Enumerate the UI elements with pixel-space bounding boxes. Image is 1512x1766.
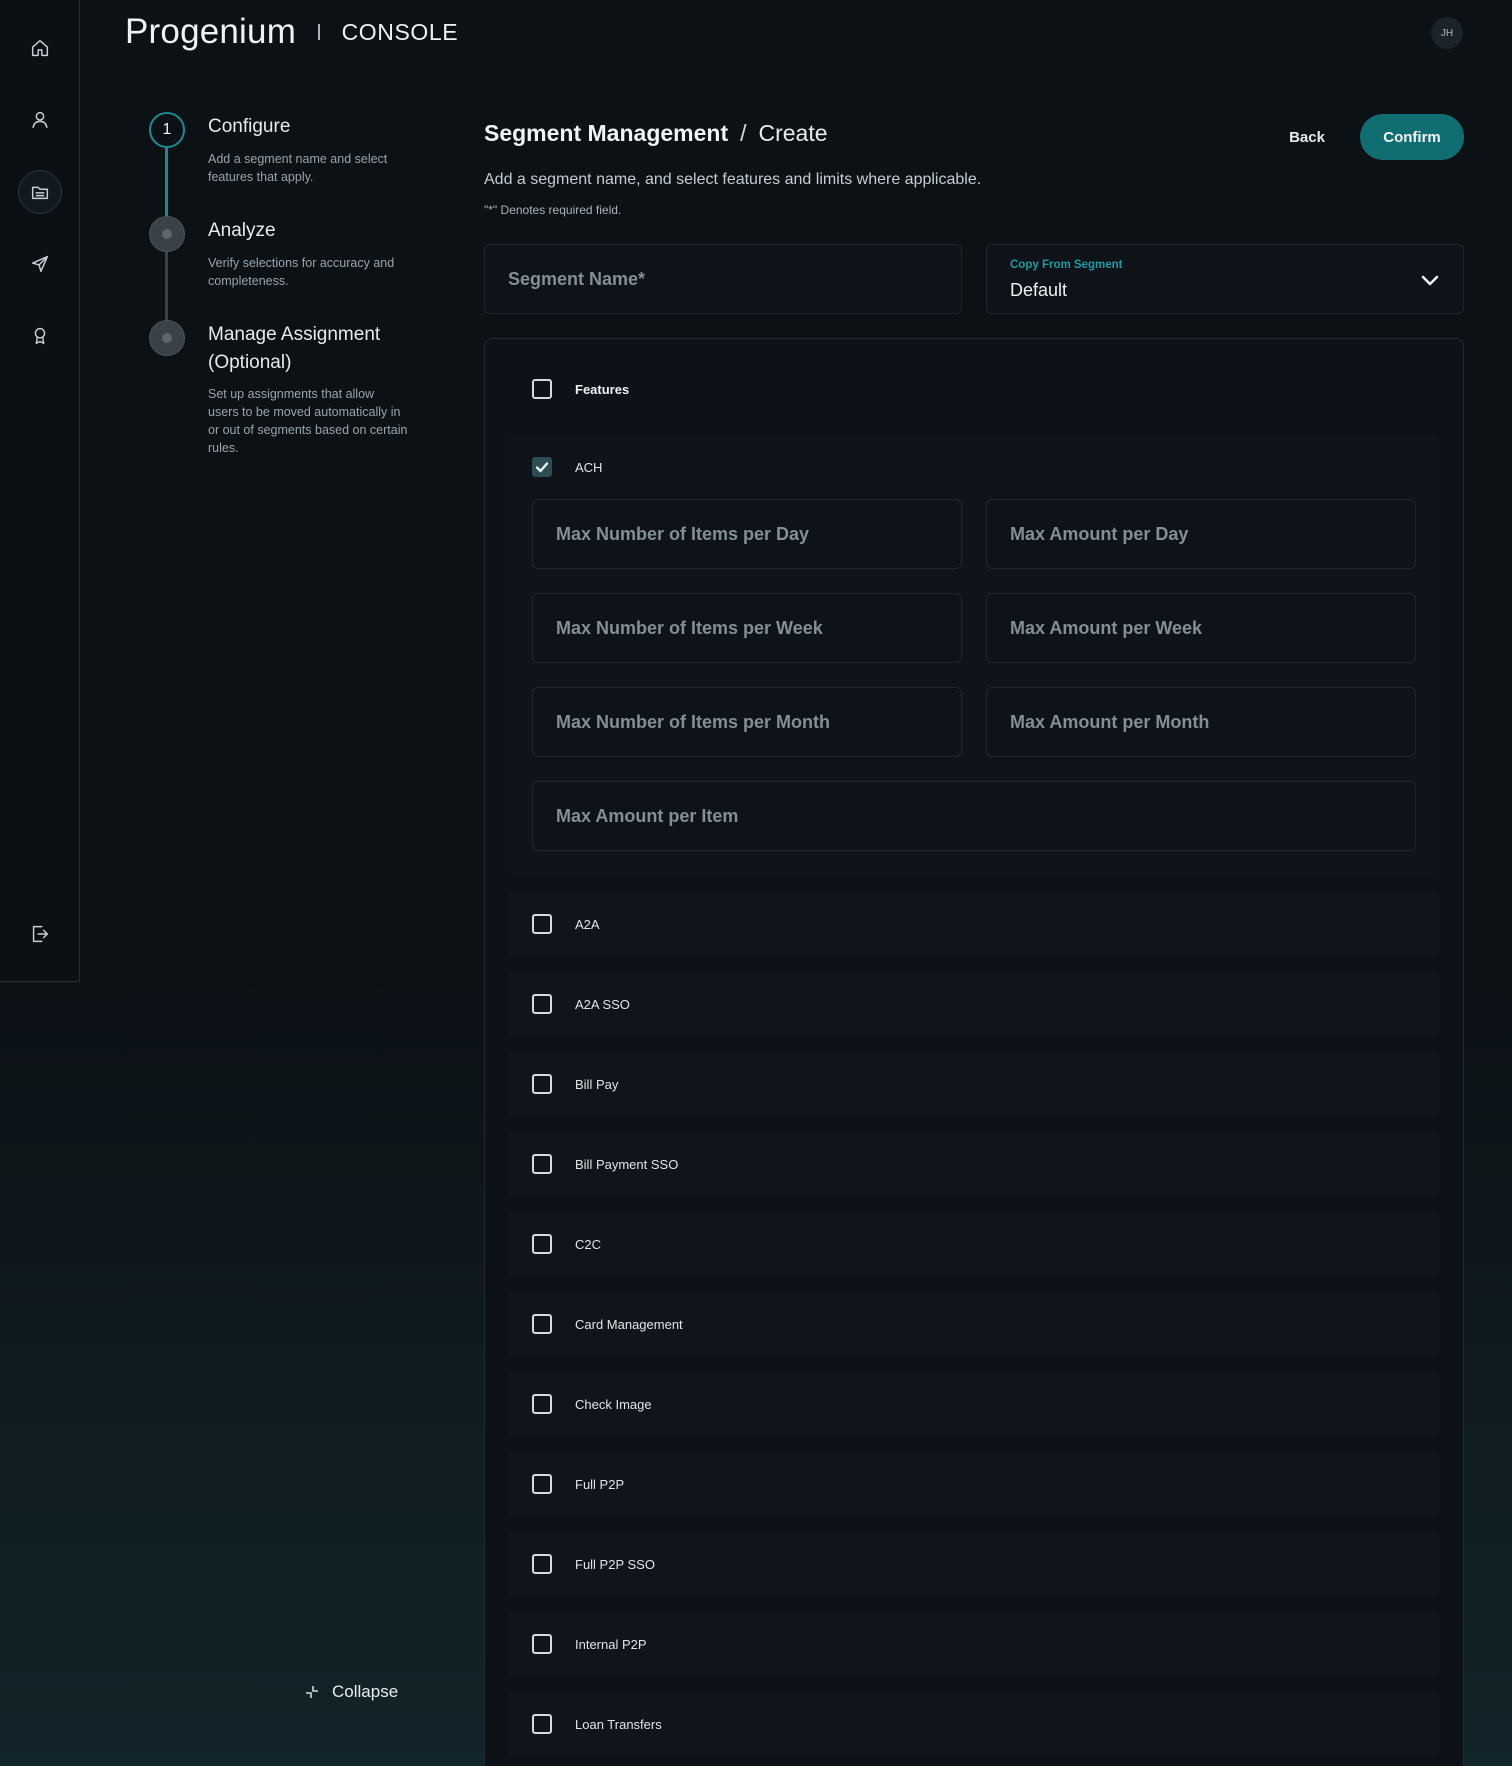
page-title-current: Create xyxy=(758,120,828,146)
folder-icon[interactable] xyxy=(18,170,62,214)
step-1-description: Add a segment name and select features t… xyxy=(208,152,388,184)
feature-checkbox[interactable] xyxy=(532,994,552,1014)
features-panel: Features ACH A2A xyxy=(484,338,1464,1766)
feature-label: Full P2P SSO xyxy=(575,1556,655,1572)
feature-row: Loan Transfers xyxy=(508,1691,1440,1757)
feature-row: Card Management xyxy=(508,1291,1440,1357)
feature-row: Full P2P xyxy=(508,1451,1440,1517)
feature-ach-block: ACH xyxy=(508,435,1440,875)
step-1-indicator: 1 xyxy=(149,112,185,148)
ach-label: ACH xyxy=(575,459,603,475)
breadcrumb-separator: / xyxy=(740,120,747,146)
feature-label: Check Image xyxy=(575,1396,652,1412)
home-icon[interactable] xyxy=(18,26,62,70)
feature-label: Full P2P xyxy=(575,1476,625,1492)
max-amount-per-week-input[interactable] xyxy=(1010,617,1415,639)
segment-name-input[interactable] xyxy=(508,268,961,290)
feature-checkbox[interactable] xyxy=(532,1634,552,1654)
ach-checkbox[interactable] xyxy=(532,457,552,477)
step-2-indicator xyxy=(149,216,185,252)
back-button[interactable]: Back xyxy=(1270,114,1344,160)
user-icon[interactable] xyxy=(18,98,62,142)
max-items-per-month-input[interactable] xyxy=(556,711,961,733)
max-amount-per-item-input[interactable] xyxy=(556,805,1415,827)
step-3-title[interactable]: Manage Assignment (Optional) xyxy=(208,321,418,377)
feature-label: Bill Payment SSO xyxy=(575,1156,679,1172)
step-1-title[interactable]: Configure xyxy=(208,113,418,141)
max-items-per-week-field[interactable] xyxy=(532,593,962,663)
max-amount-per-day-field[interactable] xyxy=(986,499,1416,569)
feature-row: Bill Payment SSO xyxy=(508,1131,1440,1197)
feature-row: Check Image xyxy=(508,1371,1440,1437)
feature-checkbox[interactable] xyxy=(532,1074,552,1094)
copy-from-segment-label: Copy From Segment xyxy=(1010,259,1123,271)
max-items-per-week-input[interactable] xyxy=(556,617,961,639)
page-title: Segment Management / Create xyxy=(484,120,828,147)
award-icon[interactable] xyxy=(18,314,62,358)
step-2-title[interactable]: Analyze xyxy=(208,217,418,245)
feature-checkbox[interactable] xyxy=(532,1394,552,1414)
feature-row: C2C xyxy=(508,1211,1440,1277)
feature-ach: ACH xyxy=(532,457,602,477)
feature-row: Internal P2P xyxy=(508,1611,1440,1677)
required-note: "*" Denotes required field. xyxy=(484,203,622,217)
feature-label: C2C xyxy=(575,1236,602,1252)
logout-icon[interactable] xyxy=(18,912,62,956)
feature-label: Card Management xyxy=(575,1316,683,1332)
feature-checkbox[interactable] xyxy=(532,1714,552,1734)
feature-label: Bill Pay xyxy=(575,1076,619,1092)
page-title-section[interactable]: Segment Management xyxy=(484,120,728,147)
feature-label: A2A SSO xyxy=(575,996,630,1012)
feature-checkbox[interactable] xyxy=(532,1474,552,1494)
feature-label: Internal P2P xyxy=(575,1636,647,1652)
avatar[interactable]: JH xyxy=(1431,17,1463,49)
collapse-label: Collapse xyxy=(332,1682,399,1701)
feature-checkbox[interactable] xyxy=(532,914,552,934)
features-select-all-checkbox[interactable] xyxy=(532,379,552,399)
feature-row: Full P2P SSO xyxy=(508,1531,1440,1597)
collapse-icon xyxy=(306,1686,318,1698)
icon-rail xyxy=(0,0,80,982)
feature-checkbox[interactable] xyxy=(532,1554,552,1574)
copy-from-segment-value: Default xyxy=(1010,280,1068,300)
max-amount-per-item-field[interactable] xyxy=(532,781,1416,851)
check-icon xyxy=(535,462,549,473)
max-items-per-day-field[interactable] xyxy=(532,499,962,569)
confirm-button[interactable]: Confirm xyxy=(1360,114,1464,160)
brand-name: Progenium xyxy=(125,12,297,51)
brand-separator xyxy=(318,24,320,40)
feature-checkbox[interactable] xyxy=(532,1234,552,1254)
collapse-button[interactable]: Collapse xyxy=(304,1682,398,1702)
max-amount-per-month-input[interactable] xyxy=(1010,711,1415,733)
features-header-label: Features xyxy=(575,381,630,397)
feature-row: A2A SSO xyxy=(508,971,1440,1037)
max-items-per-day-input[interactable] xyxy=(556,523,961,545)
step-3-description: Set up assignments that allow users to b… xyxy=(208,387,408,455)
segment-name-field[interactable] xyxy=(484,244,962,314)
features-header: Features xyxy=(532,379,629,399)
max-amount-per-month-field[interactable] xyxy=(986,687,1416,757)
feature-row: A2A xyxy=(508,891,1440,957)
feature-row: Bill Pay xyxy=(508,1051,1440,1117)
product-name: CONSOLE xyxy=(341,18,459,45)
chevron-down-icon[interactable] xyxy=(1419,269,1441,291)
max-amount-per-day-input[interactable] xyxy=(1010,523,1415,545)
feature-checkbox[interactable] xyxy=(532,1154,552,1174)
feature-checkbox[interactable] xyxy=(532,1314,552,1334)
step-2-description: Verify selections for accuracy and compl… xyxy=(208,256,395,288)
feature-label: Loan Transfers xyxy=(575,1716,662,1732)
max-items-per-month-field[interactable] xyxy=(532,687,962,757)
brand: Progenium CONSOLE xyxy=(125,8,458,56)
max-amount-per-week-field[interactable] xyxy=(986,593,1416,663)
step-3-indicator xyxy=(149,320,185,356)
feature-label: A2A xyxy=(575,916,600,932)
page-subtitle: Add a segment name, and select features … xyxy=(484,171,982,188)
copy-from-segment-select[interactable]: Copy From Segment Default xyxy=(986,244,1464,314)
step-connector-complete xyxy=(165,148,168,216)
send-icon[interactable] xyxy=(18,242,62,286)
